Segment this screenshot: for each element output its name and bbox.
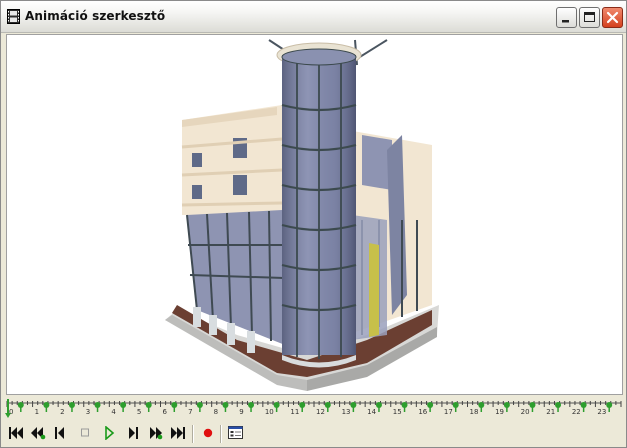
- previous-keyframe-icon: [31, 427, 46, 440]
- keyframe-marker[interactable]: [375, 402, 382, 412]
- timeline-tick-label: 22: [572, 408, 581, 416]
- keyframe-marker[interactable]: [606, 402, 613, 412]
- maximize-icon: [584, 12, 595, 22]
- animation-editor-window: Animáció szerkesztő 0 1 2 3 4 5 6 7 8 9 …: [0, 0, 627, 448]
- play-icon: [105, 426, 115, 440]
- keyframe-marker[interactable]: [427, 402, 434, 412]
- timeline-tick-label: 21: [546, 408, 555, 416]
- keyframe-marker[interactable]: [478, 402, 485, 412]
- timeline-tick-label: 11: [290, 408, 299, 416]
- last-frame-button[interactable]: [168, 423, 188, 443]
- timeline-tick-label: 3: [86, 408, 90, 416]
- close-button[interactable]: [602, 7, 623, 28]
- film-strip-icon: [7, 9, 20, 24]
- play-button[interactable]: [100, 423, 120, 443]
- keyframe-marker[interactable]: [171, 402, 178, 412]
- keyframe-marker[interactable]: [43, 402, 50, 412]
- timeline-tick-label: 15: [393, 408, 402, 416]
- keyframe-marker[interactable]: [222, 402, 229, 412]
- timeline-tick-label: 8: [214, 408, 218, 416]
- timeline-tick-label: 17: [444, 408, 453, 416]
- settings-button[interactable]: [226, 423, 246, 443]
- stop-icon: [81, 428, 89, 437]
- last-frame-icon: [171, 427, 185, 439]
- next-keyframe-icon: [150, 427, 163, 440]
- minimize-icon: [562, 20, 569, 23]
- next-frame-button[interactable]: [123, 423, 143, 443]
- keyframe-marker[interactable]: [120, 402, 127, 412]
- timeline-tick-label: 19: [495, 408, 504, 416]
- building-render: [165, 39, 439, 391]
- window-title: Animáció szerkesztő: [25, 9, 166, 23]
- next-keyframe-button[interactable]: [146, 423, 166, 443]
- timeline-tick-label: 6: [163, 408, 168, 416]
- next-frame-icon: [129, 427, 138, 439]
- keyframe-marker[interactable]: [196, 402, 203, 412]
- 3d-viewport[interactable]: [6, 34, 623, 395]
- keyframe-marker[interactable]: [580, 402, 587, 412]
- keyframe-marker[interactable]: [452, 402, 459, 412]
- previous-keyframe-button[interactable]: [28, 423, 48, 443]
- close-icon: [606, 11, 619, 24]
- keyframe-marker[interactable]: [503, 402, 510, 412]
- timeline-ruler[interactable]: 0 1 2 3 4 5 6 7 8 9 10 11 12 13 14 15 16 17 18 19 20 21 22 23: [4, 399, 624, 421]
- first-frame-button[interactable]: [6, 423, 26, 443]
- keyframe-marker[interactable]: [324, 402, 331, 412]
- timeline-tick-label: 20: [521, 408, 530, 416]
- first-frame-icon: [9, 427, 23, 439]
- keyframe-marker[interactable]: [68, 402, 75, 412]
- timeline-tick-label: 13: [342, 408, 351, 416]
- maximize-button[interactable]: [579, 7, 600, 28]
- toolbar-separator: [192, 425, 194, 443]
- timeline-tick-label: 14: [367, 408, 376, 416]
- keyframe-marker[interactable]: [273, 402, 280, 412]
- keyframe-marker[interactable]: [299, 402, 306, 412]
- timeline-tick-label: 16: [418, 408, 427, 416]
- timeline-tick-label: 9: [239, 408, 243, 416]
- keyframe-marker[interactable]: [401, 402, 408, 412]
- keyframe-marker[interactable]: [94, 402, 101, 412]
- keyframe-marker[interactable]: [248, 402, 255, 412]
- previous-frame-button[interactable]: [51, 423, 71, 443]
- previous-frame-icon: [55, 427, 64, 439]
- toolbar-separator: [220, 425, 222, 443]
- timeline-tick-label: 7: [188, 408, 192, 416]
- timeline-tick-label: 10: [265, 408, 274, 416]
- keyframe-marker[interactable]: [555, 402, 562, 412]
- keyframe-marker[interactable]: [17, 402, 24, 412]
- timeline-tick-label: 12: [316, 408, 325, 416]
- timeline-track: 0 1 2 3 4 5 6 7 8 9 10 11 12 13 14 15 16 17 18 19 20 21 22 23: [5, 399, 622, 418]
- timeline-tick-label: 18: [470, 408, 479, 416]
- title-bar[interactable]: Animáció szerkesztő: [1, 1, 626, 33]
- keyframe-marker[interactable]: [350, 402, 357, 412]
- record-icon: [203, 428, 213, 438]
- minimize-button[interactable]: [556, 7, 577, 28]
- keyframe-marker[interactable]: [145, 402, 152, 412]
- timeline-tick-label: 5: [137, 408, 141, 416]
- stop-button[interactable]: [76, 423, 96, 443]
- record-button[interactable]: [199, 423, 219, 443]
- keyframe-marker[interactable]: [529, 402, 536, 412]
- timeline-tick-label: 2: [60, 408, 64, 416]
- playback-toolbar: [4, 423, 624, 445]
- timeline-tick-label: 4: [111, 408, 116, 416]
- settings-icon: [228, 426, 243, 439]
- timeline-tick-label: 1: [35, 408, 39, 416]
- timeline-tick-label: 23: [597, 408, 606, 416]
